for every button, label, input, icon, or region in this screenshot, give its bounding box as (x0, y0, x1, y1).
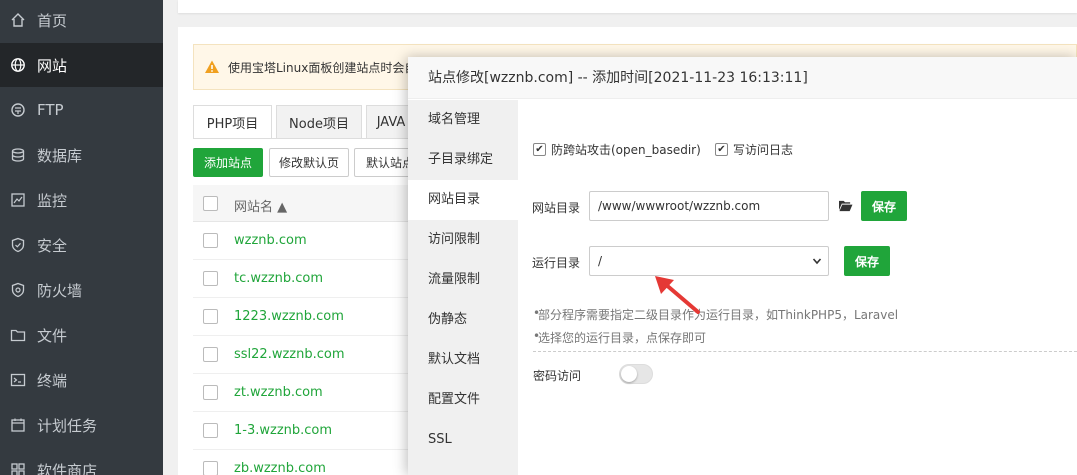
menu-domain-management[interactable]: 域名管理 (408, 100, 518, 140)
sidebar: 首页 网站 FTP 数据库 监控 安全 防火墙 文件 终端 计划任务 软件商店 (0, 0, 163, 475)
run-directory-select[interactable]: / (589, 246, 829, 276)
terminal-icon (10, 372, 26, 388)
sidebar-item-monitor[interactable]: 监控 (0, 178, 163, 222)
row-checkbox[interactable] (203, 271, 218, 286)
add-site-button[interactable]: 添加站点 (193, 148, 263, 177)
sidebar-item-label: 计划任务 (37, 416, 98, 435)
sidebar-item-label: 数据库 (37, 146, 83, 165)
sidebar-item-home[interactable]: 首页 (0, 0, 163, 42)
firewall-icon (10, 282, 26, 298)
save-site-directory-button[interactable]: 保存 (861, 191, 907, 221)
access-log-label: 写访问日志 (733, 143, 794, 157)
row-checkbox[interactable] (203, 423, 218, 438)
select-all-checkbox[interactable] (203, 196, 218, 211)
row-checkbox[interactable] (203, 309, 218, 324)
toggle-knob (621, 366, 637, 382)
site-directory-label: 网站目录 (532, 201, 581, 215)
access-log-checkbox[interactable]: ✔ 写访问日志 (715, 141, 793, 158)
row-checkbox[interactable] (203, 233, 218, 248)
menu-default-document[interactable]: 默认文档 (408, 340, 518, 380)
modal-menu: 域名管理 子目录绑定 网站目录 访问限制 流量限制 伪静态 默认文档 配置文件 … (408, 100, 518, 475)
sidebar-item-label: 安全 (37, 236, 68, 255)
menu-subdirectory-binding[interactable]: 子目录绑定 (408, 140, 518, 180)
sidebar-item-files[interactable]: 文件 (0, 313, 163, 357)
calendar-icon (10, 417, 26, 433)
site-link[interactable]: zb.wzznb.com (234, 461, 326, 475)
sidebar-item-label: 文件 (37, 326, 68, 345)
tip-choose-directory: 选择您的运行目录，点保存即可 (533, 329, 706, 346)
menu-config-file[interactable]: 配置文件 (408, 380, 518, 420)
open-basedir-checkbox[interactable]: ✔ 防跨站攻击(open_basedir) (533, 141, 701, 158)
site-link[interactable]: ssl22.wzznb.com (234, 347, 345, 362)
annotation-arrow (655, 276, 700, 314)
sidebar-item-store[interactable]: 软件商店 (0, 448, 163, 475)
sidebar-item-cron[interactable]: 计划任务 (0, 403, 163, 447)
menu-traffic-limit[interactable]: 流量限制 (408, 260, 518, 300)
site-directory-input[interactable]: /www/wwwroot/wzznb.com (589, 191, 829, 221)
sidebar-item-firewall[interactable]: 防火墙 (0, 268, 163, 312)
modal-title: 站点修改[wzznb.com] -- 添加时间[2021-11-23 16:13… (408, 57, 1077, 99)
row-checkbox[interactable] (203, 385, 218, 400)
sidebar-item-security[interactable]: 安全 (0, 223, 163, 267)
sidebar-item-label: 首页 (37, 11, 68, 30)
tab-node[interactable]: Node项目 (276, 105, 362, 139)
row-checkbox[interactable] (203, 461, 218, 475)
tab-php[interactable]: PHP项目 (193, 105, 272, 139)
apps-icon (10, 462, 26, 475)
ftp-icon (10, 102, 26, 118)
site-link[interactable]: wzznb.com (234, 233, 307, 248)
checkbox-checked-icon: ✔ (715, 143, 728, 156)
home-icon (10, 12, 26, 28)
sidebar-item-label: 终端 (37, 371, 68, 390)
sidebar-item-label: 防火墙 (37, 281, 83, 300)
folder-open-icon[interactable] (838, 199, 853, 212)
sidebar-item-label: FTP (37, 101, 64, 119)
row-checkbox[interactable] (203, 347, 218, 362)
sidebar-item-label: 监控 (37, 191, 68, 210)
database-icon (10, 147, 26, 163)
menu-rewrite[interactable]: 伪静态 (408, 300, 518, 340)
warning-icon (205, 60, 219, 73)
section-divider (533, 351, 1077, 352)
password-access-label: 密码访问 (533, 369, 582, 383)
sidebar-item-label: 软件商店 (37, 461, 98, 475)
menu-ssl[interactable]: SSL (408, 420, 518, 460)
site-link[interactable]: tc.wzznb.com (234, 271, 323, 286)
sidebar-item-label: 网站 (37, 56, 68, 75)
monitor-icon (10, 192, 26, 208)
folder-icon (10, 327, 26, 343)
site-link[interactable]: 1-3.wzznb.com (234, 423, 332, 438)
sidebar-item-terminal[interactable]: 终端 (0, 358, 163, 402)
tip-run-directory: 部分程序需要指定二级目录作为运行目录，如ThinkPHP5，Laravel (533, 306, 898, 323)
open-basedir-label: 防跨站攻击(open_basedir) (551, 143, 701, 157)
run-directory-label: 运行目录 (532, 256, 581, 270)
chevron-down-icon (812, 258, 822, 265)
menu-access-restriction[interactable]: 访问限制 (408, 220, 518, 260)
shield-icon (10, 237, 26, 253)
menu-site-directory[interactable]: 网站目录 (408, 180, 518, 220)
sidebar-item-ftp[interactable]: FTP (0, 88, 163, 132)
alert-text: 使用宝塔Linux面板创建站点时会自 (228, 60, 417, 75)
password-access-toggle[interactable] (619, 364, 653, 384)
save-run-directory-button[interactable]: 保存 (844, 246, 890, 276)
column-site-name[interactable]: 网站名 ▲ (234, 196, 287, 215)
checkbox-checked-icon: ✔ (533, 143, 546, 156)
sidebar-item-website[interactable]: 网站 (0, 43, 163, 87)
modify-default-page-button[interactable]: 修改默认页 (269, 148, 349, 177)
site-link[interactable]: zt.wzznb.com (234, 385, 323, 400)
run-directory-value: / (598, 254, 603, 268)
site-link[interactable]: 1223.wzznb.com (234, 309, 344, 324)
sidebar-item-database[interactable]: 数据库 (0, 133, 163, 177)
top-card (178, 0, 1077, 13)
globe-icon (10, 57, 26, 73)
